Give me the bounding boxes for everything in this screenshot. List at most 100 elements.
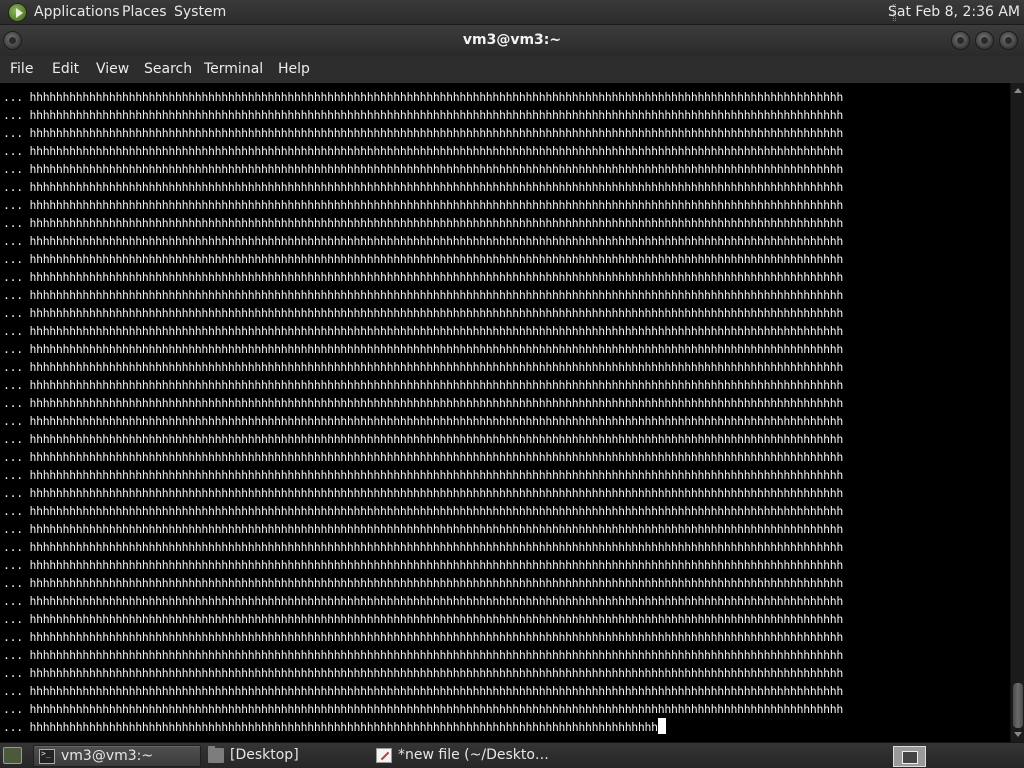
continuation-prompt: ... [3, 198, 23, 212]
terminal-line: ... hhhhhhhhhhhhhhhhhhhhhhhhhhhhhhhhhhhh… [3, 682, 1008, 700]
continuation-prompt: ... [3, 180, 23, 194]
line-text: hhhhhhhhhhhhhhhhhhhhhhhhhhhhhhhhhhhhhhhh… [29, 666, 843, 680]
line-text: hhhhhhhhhhhhhhhhhhhhhhhhhhhhhhhhhhhhhhhh… [29, 144, 843, 158]
task-terminal[interactable]: vm3@vm3:~ [33, 745, 201, 767]
menu-file[interactable]: File [10, 61, 33, 77]
terminal-line: ... hhhhhhhhhhhhhhhhhhhhhhhhhhhhhhhhhhhh… [3, 340, 1008, 358]
menu-search[interactable]: Search [144, 61, 192, 77]
terminal-line: ... hhhhhhhhhhhhhhhhhhhhhhhhhhhhhhhhhhhh… [3, 718, 1008, 736]
line-text: hhhhhhhhhhhhhhhhhhhhhhhhhhhhhhhhhhhhhhhh… [29, 630, 843, 644]
terminal-line: ... hhhhhhhhhhhhhhhhhhhhhhhhhhhhhhhhhhhh… [3, 466, 1008, 484]
continuation-prompt: ... [3, 648, 23, 662]
line-text: hhhhhhhhhhhhhhhhhhhhhhhhhhhhhhhhhhhhhhhh… [29, 180, 843, 194]
scroll-up-icon[interactable] [1014, 88, 1022, 93]
terminal-line: ... hhhhhhhhhhhhhhhhhhhhhhhhhhhhhhhhhhhh… [3, 520, 1008, 538]
continuation-prompt: ... [3, 342, 23, 356]
line-text: hhhhhhhhhhhhhhhhhhhhhhhhhhhhhhhhhhhhhhhh… [29, 414, 843, 428]
continuation-prompt: ... [3, 540, 23, 554]
line-text: hhhhhhhhhhhhhhhhhhhhhhhhhhhhhhhhhhhhhhhh… [29, 216, 843, 230]
terminal-line: ... hhhhhhhhhhhhhhhhhhhhhhhhhhhhhhhhhhhh… [3, 376, 1008, 394]
continuation-prompt: ... [3, 162, 23, 176]
terminal-line: ... hhhhhhhhhhhhhhhhhhhhhhhhhhhhhhhhhhhh… [3, 106, 1008, 124]
continuation-prompt: ... [3, 450, 23, 464]
terminal-output: ... hhhhhhhhhhhhhhhhhhhhhhhhhhhhhhhhhhhh… [3, 88, 1008, 736]
gnome-foot-icon[interactable] [8, 3, 27, 22]
line-text: hhhhhhhhhhhhhhhhhhhhhhhhhhhhhhhhhhhhhhhh… [29, 126, 843, 140]
system-menu[interactable]: System [174, 4, 226, 20]
window-titlebar[interactable]: vm3@vm3:~ [0, 25, 1024, 56]
terminal-line: ... hhhhhhhhhhhhhhhhhhhhhhhhhhhhhhhhhhhh… [3, 160, 1008, 178]
places-menu[interactable]: Places [122, 4, 167, 20]
clock[interactable]: Sat Feb 8, 2:36 AM [888, 4, 1020, 20]
terminal-line: ... hhhhhhhhhhhhhhhhhhhhhhhhhhhhhhhhhhhh… [3, 358, 1008, 376]
close-icon[interactable] [999, 31, 1018, 50]
terminal-line: ... hhhhhhhhhhhhhhhhhhhhhhhhhhhhhhhhhhhh… [3, 610, 1008, 628]
line-text: hhhhhhhhhhhhhhhhhhhhhhhhhhhhhhhhhhhhhhhh… [29, 252, 843, 266]
continuation-prompt: ... [3, 234, 23, 248]
terminal-line: ... hhhhhhhhhhhhhhhhhhhhhhhhhhhhhhhhhhhh… [3, 286, 1008, 304]
terminal-line: ... hhhhhhhhhhhhhhhhhhhhhhhhhhhhhhhhhhhh… [3, 700, 1008, 718]
continuation-prompt: ... [3, 720, 23, 734]
continuation-prompt: ... [3, 108, 23, 122]
line-text: hhhhhhhhhhhhhhhhhhhhhhhhhhhhhhhhhhhhhhhh… [29, 270, 843, 284]
text-editor-icon [376, 748, 392, 763]
continuation-prompt: ... [3, 612, 23, 626]
maximize-icon[interactable] [975, 31, 994, 50]
scroll-down-icon[interactable] [1014, 732, 1022, 737]
terminal-line: ... hhhhhhhhhhhhhhhhhhhhhhhhhhhhhhhhhhhh… [3, 412, 1008, 430]
continuation-prompt: ... [3, 630, 23, 644]
terminal-line: ... hhhhhhhhhhhhhhhhhhhhhhhhhhhhhhhhhhhh… [3, 664, 1008, 682]
terminal-view[interactable]: ... hhhhhhhhhhhhhhhhhhhhhhhhhhhhhhhhhhhh… [0, 83, 1024, 742]
folder-icon [208, 746, 224, 763]
scrollbar-thumb[interactable] [1013, 683, 1023, 728]
menu-help[interactable]: Help [278, 61, 310, 77]
continuation-prompt: ... [3, 666, 23, 680]
line-text: hhhhhhhhhhhhhhhhhhhhhhhhhhhhhhhhhhhhhhhh… [29, 702, 843, 716]
line-text: hhhhhhhhhhhhhhhhhhhhhhhhhhhhhhhhhhhhhhhh… [29, 684, 843, 698]
line-text: hhhhhhhhhhhhhhhhhhhhhhhhhhhhhhhhhhhhhhhh… [29, 540, 843, 554]
continuation-prompt: ... [3, 504, 23, 518]
workspace-switcher[interactable] [893, 746, 926, 767]
scrollbar[interactable] [1010, 83, 1024, 742]
task-text-editor[interactable]: *new file (~/Deskto… [371, 745, 549, 767]
menu-terminal[interactable]: Terminal [204, 61, 263, 77]
window-title: vm3@vm3:~ [462, 32, 562, 48]
show-desktop-icon[interactable] [3, 747, 22, 764]
line-text: hhhhhhhhhhhhhhhhhhhhhhhhhhhhhhhhhhhhhhhh… [29, 432, 843, 446]
terminal-line: ... hhhhhhhhhhhhhhhhhhhhhhhhhhhhhhhhhhhh… [3, 628, 1008, 646]
continuation-prompt: ... [3, 144, 23, 158]
continuation-prompt: ... [3, 702, 23, 716]
line-text: hhhhhhhhhhhhhhhhhhhhhhhhhhhhhhhhhhhhhhhh… [29, 558, 843, 572]
continuation-prompt: ... [3, 270, 23, 284]
terminal-line: ... hhhhhhhhhhhhhhhhhhhhhhhhhhhhhhhhhhhh… [3, 214, 1008, 232]
continuation-prompt: ... [3, 468, 23, 482]
terminal-line: ... hhhhhhhhhhhhhhhhhhhhhhhhhhhhhhhhhhhh… [3, 484, 1008, 502]
terminal-icon [39, 749, 55, 764]
terminal-line: ... hhhhhhhhhhhhhhhhhhhhhhhhhhhhhhhhhhhh… [3, 196, 1008, 214]
task-label: [Desktop] [230, 747, 299, 763]
minimize-icon[interactable] [951, 31, 970, 50]
terminal-line: ... hhhhhhhhhhhhhhhhhhhhhhhhhhhhhhhhhhhh… [3, 448, 1008, 466]
continuation-prompt: ... [3, 576, 23, 590]
task-desktop[interactable]: [Desktop] [203, 745, 368, 767]
terminal-line: ... hhhhhhhhhhhhhhhhhhhhhhhhhhhhhhhhhhhh… [3, 268, 1008, 286]
text-cursor [657, 718, 666, 734]
continuation-prompt: ... [3, 90, 23, 104]
line-text: hhhhhhhhhhhhhhhhhhhhhhhhhhhhhhhhhhhhhhhh… [29, 468, 843, 482]
task-label: vm3@vm3:~ [61, 748, 154, 764]
menu-view[interactable]: View [96, 61, 129, 77]
line-text: hhhhhhhhhhhhhhhhhhhhhhhhhhhhhhhhhhhhhhhh… [29, 234, 843, 248]
line-text: hhhhhhhhhhhhhhhhhhhhhhhhhhhhhhhhhhhhhhhh… [29, 576, 843, 590]
applications-menu[interactable]: Applications [34, 4, 120, 20]
continuation-prompt: ... [3, 486, 23, 500]
terminal-line: ... hhhhhhhhhhhhhhhhhhhhhhhhhhhhhhhhhhhh… [3, 304, 1008, 322]
continuation-prompt: ... [3, 684, 23, 698]
menu-edit[interactable]: Edit [52, 61, 79, 77]
continuation-prompt: ... [3, 594, 23, 608]
continuation-prompt: ... [3, 360, 23, 374]
continuation-prompt: ... [3, 432, 23, 446]
terminal-line: ... hhhhhhhhhhhhhhhhhhhhhhhhhhhhhhhhhhhh… [3, 556, 1008, 574]
line-text: hhhhhhhhhhhhhhhhhhhhhhhhhhhhhhhhhhhhhhhh… [29, 594, 843, 608]
terminal-line: ... hhhhhhhhhhhhhhhhhhhhhhhhhhhhhhhhhhhh… [3, 322, 1008, 340]
line-text: hhhhhhhhhhhhhhhhhhhhhhhhhhhhhhhhhhhhhhhh… [29, 486, 843, 500]
